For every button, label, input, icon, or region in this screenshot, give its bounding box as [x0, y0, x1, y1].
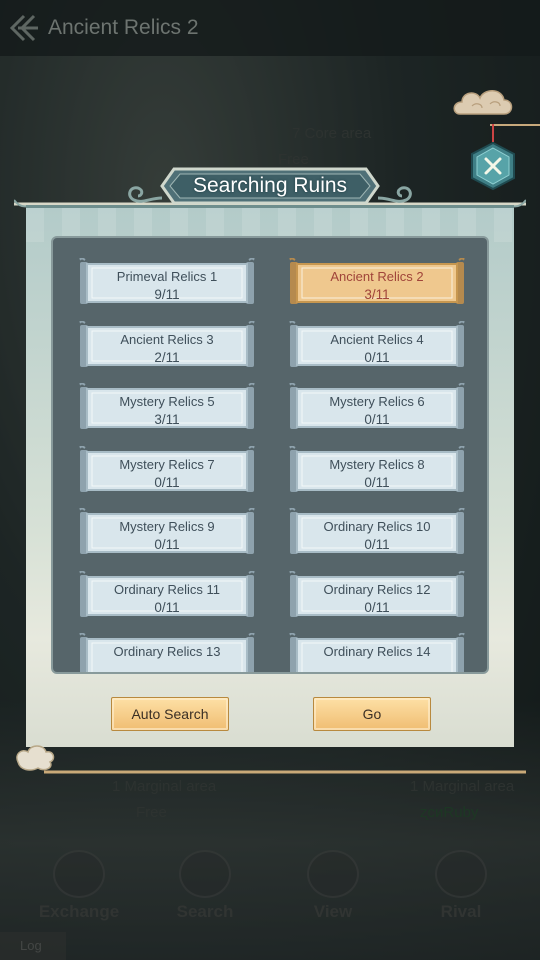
relic-progress: 0/11: [154, 474, 180, 490]
relic-name: Ordinary Relics 13: [113, 644, 221, 659]
relic-name: Ancient Relics 2: [330, 269, 424, 284]
relic-progress: 2/11: [154, 349, 180, 365]
relic-card[interactable]: Mystery Relics 8 0/11: [289, 445, 465, 494]
relic-progress: 0/11: [364, 537, 390, 552]
relic-card[interactable]: Mystery Relics 5 3/11: [79, 383, 255, 431]
auto-search-button[interactable]: Auto Search: [111, 697, 229, 731]
page-title: Ancient Relics 2: [48, 16, 199, 39]
relic-name: Ordinary Relics 10: [323, 519, 431, 534]
relic-name: Mystery Relics 9: [119, 519, 215, 534]
relic-progress: 0/11: [364, 599, 390, 615]
relic-card[interactable]: Ordinary Relics 14: [289, 633, 465, 672]
relic-progress: 0/11: [364, 474, 390, 490]
relic-name: Ancient Relics 3: [120, 331, 214, 347]
dialog-bottom-rail: [16, 745, 526, 774]
relic-name: Mystery Relics 7: [119, 456, 215, 472]
relic-card[interactable]: Mystery Relics 6 0/11: [289, 383, 465, 431]
top-bar: Ancient Relics 2: [0, 0, 540, 56]
relic-progress: 9/11: [154, 287, 180, 302]
relic-card[interactable]: Mystery Relics 7 0/11: [79, 445, 255, 494]
cloud-ornament-icon: [453, 90, 513, 115]
title-curl-left-icon: [128, 186, 163, 203]
relic-card[interactable]: Primeval Relics 1 9/11: [79, 258, 255, 306]
relic-progress: 0/11: [364, 412, 390, 427]
relic-grid[interactable]: Primeval Relics 1 9/11 Ancient Relics 2 3/1…: [51, 236, 489, 674]
relic-card[interactable]: Mystery Relics 9 0/11: [79, 508, 255, 556]
relic-progress: 3/11: [364, 287, 390, 302]
relic-progress: 3/11: [154, 412, 180, 427]
relic-name: Ordinary Relics 14: [323, 644, 431, 659]
relic-progress: 0/11: [364, 349, 390, 365]
relic-card[interactable]: Ordinary Relics 12 0/11: [289, 570, 465, 619]
relic-card[interactable]: Ancient Relics 4 0/11: [289, 320, 465, 369]
relic-progress: 0/11: [154, 599, 180, 615]
back-arrow-icon[interactable]: [4, 8, 44, 48]
hanging-rail: [490, 124, 540, 126]
dialog-title-banner: Searching Ruins: [160, 167, 380, 205]
relic-name: Ordinary Relics 11: [114, 581, 220, 597]
relic-name: Ancient Relics 4: [330, 331, 424, 347]
relic-card[interactable]: Ordinary Relics 13: [79, 633, 255, 672]
relic-name: Mystery Relics 5: [119, 394, 215, 409]
relic-name: Mystery Relics 6: [329, 394, 425, 409]
relic-card[interactable]: Ancient Relics 2 3/11: [289, 258, 465, 306]
go-button[interactable]: Go: [313, 697, 431, 731]
relic-card[interactable]: Ordinary Relics 10 0/11: [289, 508, 465, 556]
title-curl-right-icon: [377, 186, 412, 203]
close-icon[interactable]: [470, 141, 516, 191]
relic-card[interactable]: Ordinary Relics 11 0/11: [79, 570, 255, 619]
dialog-title: Searching Ruins: [192, 174, 348, 197]
relic-name: Ordinary Relics 12: [323, 581, 431, 597]
relic-name: Primeval Relics 1: [116, 269, 218, 284]
relic-progress: 0/11: [154, 537, 180, 552]
relic-card[interactable]: Ancient Relics 3 2/11: [79, 320, 255, 369]
hanging-string: [492, 124, 494, 142]
relic-name: Mystery Relics 8: [329, 456, 425, 472]
